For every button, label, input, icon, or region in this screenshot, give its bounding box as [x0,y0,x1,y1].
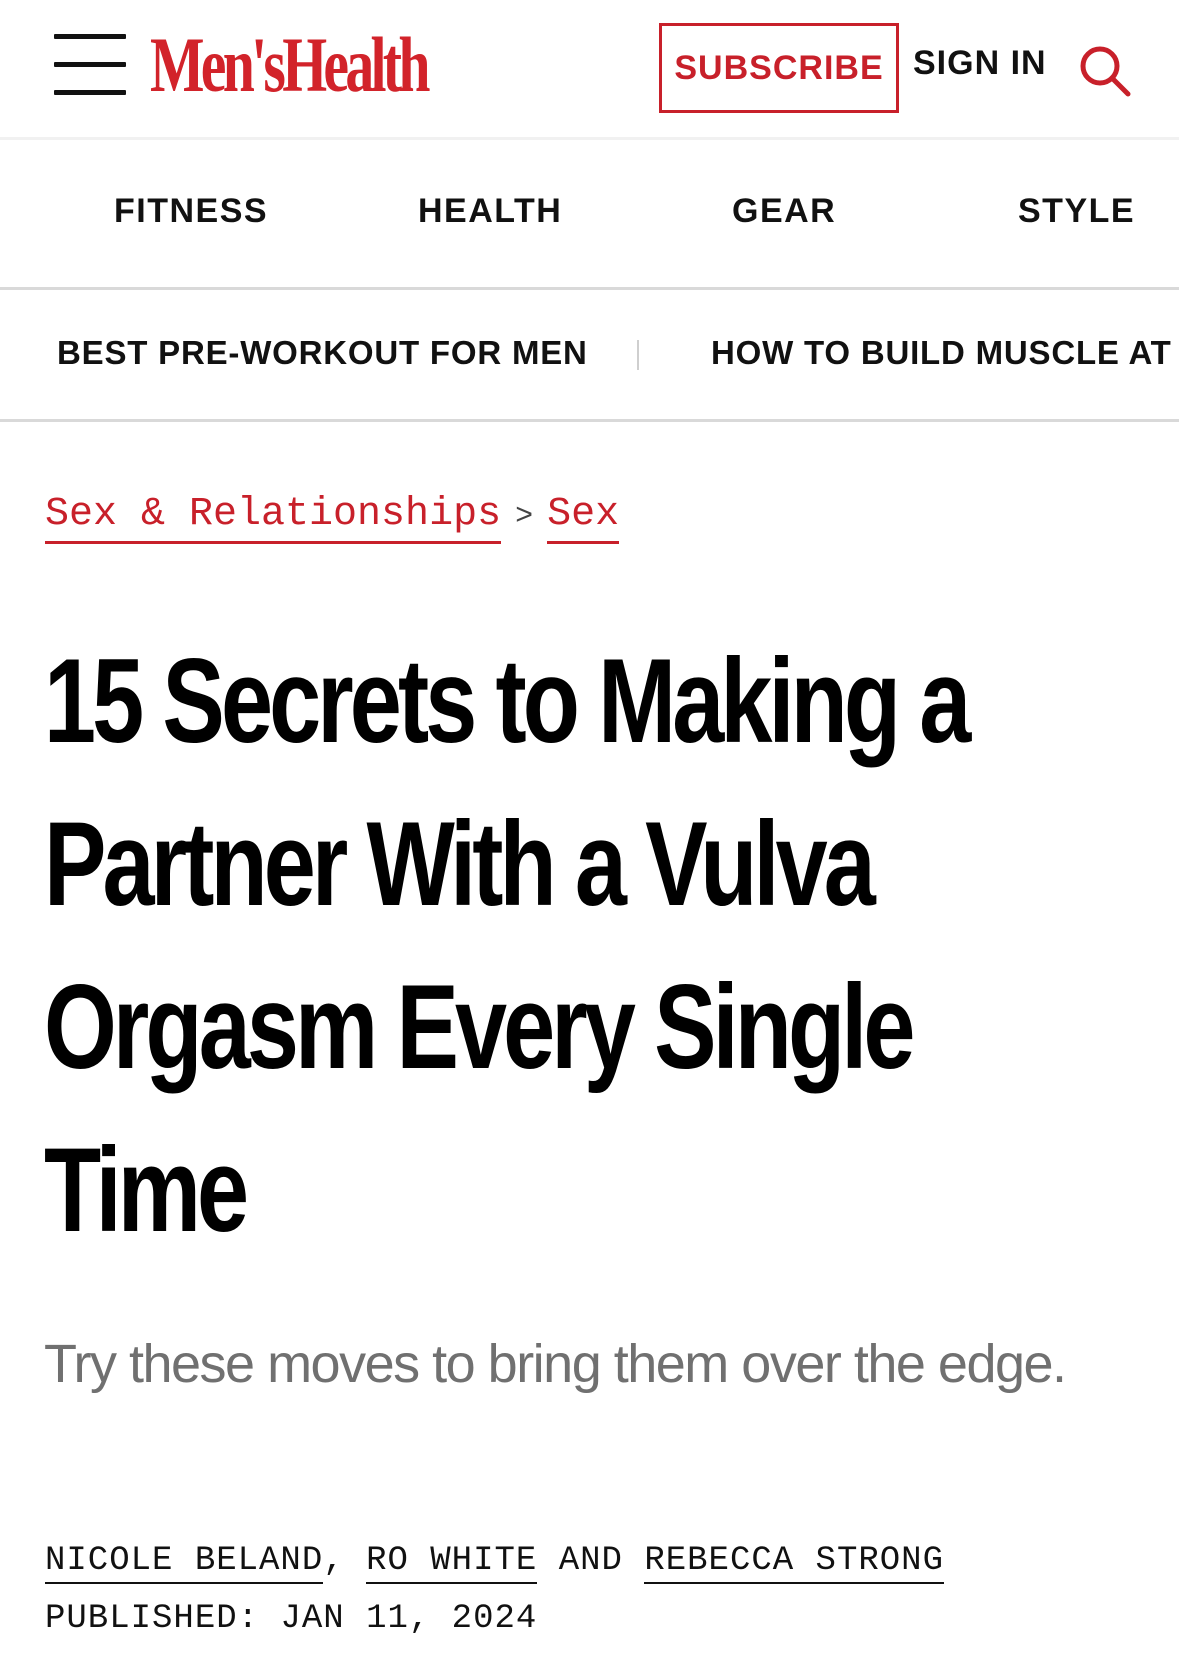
published-label: PUBLISHED: [45,1600,260,1638]
article-dek: Try these moves to bring them over the e… [44,1334,1067,1394]
author-link[interactable]: RO WHITE [366,1542,538,1584]
site-header: Men'sHealth SUBSCRIBE SIGN IN [0,0,1179,140]
published-date: JAN 11, 2024 [280,1600,538,1638]
publish-date: PUBLISHED: JAN 11, 2024 [45,1600,537,1638]
trending-nav: BEST PRE-WORKOUT FOR MEN HOW TO BUILD MU… [0,290,1179,422]
nav-item-gear[interactable]: GEAR [732,192,836,231]
trending-link[interactable]: BEST PRE-WORKOUT FOR MEN [57,334,588,372]
sign-in-link[interactable]: SIGN IN [913,44,1047,83]
primary-nav: FITNESS HEALTH GEAR STYLE [0,140,1179,290]
menu-icon[interactable] [54,34,126,96]
breadcrumb-current-link[interactable]: Sex [547,492,620,544]
article-title: 15 Secrets to Making a Partner With a Vu… [44,634,971,1257]
nav-item-health[interactable]: HEALTH [418,192,562,231]
subscribe-button[interactable]: SUBSCRIBE [659,23,899,113]
search-icon[interactable] [1078,44,1132,98]
breadcrumb-parent-link[interactable]: Sex & Relationships [45,492,502,544]
nav-item-style[interactable]: STYLE [1018,192,1135,231]
byline: NICOLE BELAND, RO WHITE AND REBECCA STRO… [45,1542,944,1584]
nav-item-fitness[interactable]: FITNESS [114,192,268,231]
byline-separator: , [323,1542,345,1580]
nav-divider [637,340,639,370]
breadcrumb: Sex & Relationships > Sex [45,492,620,544]
byline-separator: AND [558,1542,623,1580]
author-link[interactable]: REBECCA STRONG [644,1542,944,1584]
site-logo[interactable]: Men'sHealth [150,20,430,110]
breadcrumb-separator: > [515,500,534,534]
trending-link[interactable]: HOW TO BUILD MUSCLE AT [711,334,1172,372]
author-link[interactable]: NICOLE BELAND [45,1542,324,1584]
